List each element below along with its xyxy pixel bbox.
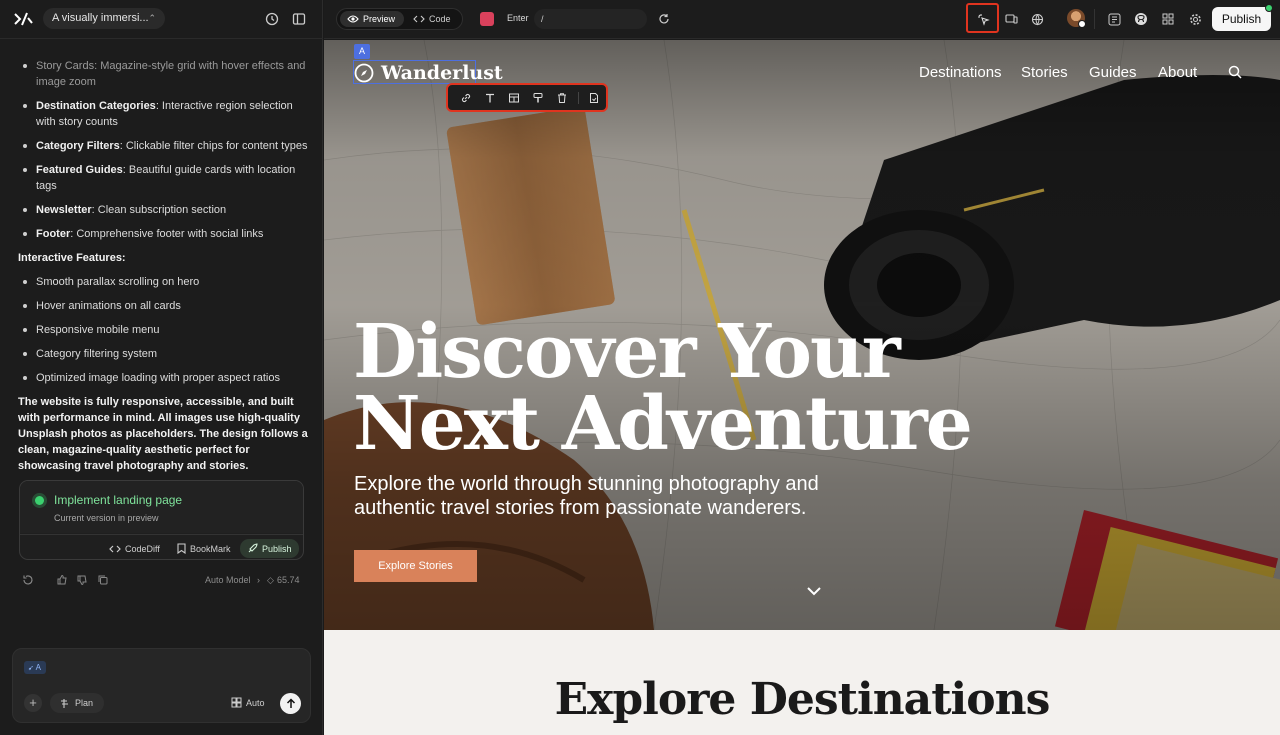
- add-attachment-button[interactable]: +: [24, 694, 42, 712]
- section-title: Explore Destinations: [554, 674, 1051, 725]
- thumbs-up-icon[interactable]: [56, 574, 68, 586]
- gem-icon: ◇: [267, 575, 274, 585]
- summary-paragraph: The website is fully responsive, accessi…: [18, 396, 308, 472]
- chat-header: A visually immersi... ⌃: [0, 0, 323, 39]
- search-icon[interactable]: [1227, 64, 1243, 80]
- route-badge-icon: [480, 12, 494, 26]
- chat-panel: A visually immersi... ⌃ Story Cards: Mag…: [0, 0, 323, 735]
- publish-status-dot: [1265, 4, 1273, 12]
- user-avatar[interactable]: [1067, 9, 1086, 28]
- hero-headline: Discover Your Next Adventure: [353, 309, 973, 467]
- device-toggle-icon[interactable]: [1001, 9, 1021, 29]
- copy-icon[interactable]: [97, 574, 109, 586]
- list-item: Category filtering system: [18, 346, 308, 362]
- tab-code[interactable]: Code: [406, 11, 460, 27]
- interactive-features-list: Smooth parallax scrolling on hero Hover …: [18, 274, 308, 386]
- site-preview: A Wanderlust Destinations Stories Guides…: [324, 40, 1280, 735]
- credits-value: 65.74: [277, 575, 300, 585]
- plan-button[interactable]: Plan: [50, 693, 104, 713]
- thumbs-down-icon[interactable]: [76, 574, 88, 586]
- app-logo-icon[interactable]: [13, 9, 33, 29]
- nav-destinations[interactable]: Destinations: [919, 64, 1002, 81]
- version-card[interactable]: Implement landing page Current version i…: [19, 480, 304, 560]
- toolbar-divider: [578, 92, 579, 104]
- tab-preview[interactable]: Preview: [340, 11, 404, 27]
- sidebar-toggle-icon[interactable]: [289, 9, 309, 29]
- refresh-icon[interactable]: [654, 9, 674, 29]
- element-select-icon[interactable]: [973, 9, 993, 29]
- globe-icon[interactable]: [1027, 9, 1047, 29]
- nav-stories[interactable]: Stories: [1021, 64, 1068, 81]
- element-tag-badge: A: [354, 44, 370, 59]
- link-icon[interactable]: [458, 90, 474, 106]
- hero-subheadline: Explore the world through stunning photo…: [354, 473, 819, 519]
- view-mode-toggle: Preview Code: [336, 8, 463, 30]
- list-item: Featured Guides: Beautiful guide cards w…: [18, 162, 308, 194]
- send-button[interactable]: [280, 693, 301, 714]
- version-subtitle: Current version in preview: [54, 513, 159, 523]
- cursor-icon: ➹: [28, 665, 34, 672]
- separator-chevron: ›: [257, 575, 260, 585]
- auto-mode-selector[interactable]: Auto: [231, 694, 265, 712]
- list-item: Responsive mobile menu: [18, 322, 308, 338]
- publish-button[interactable]: Publish: [1212, 7, 1271, 31]
- compass-icon: [354, 63, 374, 83]
- status-dot: [35, 496, 44, 505]
- text-icon[interactable]: [482, 90, 498, 106]
- bookmark-icon: [177, 543, 186, 554]
- apps-grid-icon[interactable]: [1158, 9, 1178, 29]
- eye-icon: [347, 15, 359, 23]
- brand-name: Wanderlust: [381, 62, 503, 84]
- explore-stories-button[interactable]: Explore Stories: [354, 550, 477, 582]
- route-path-input[interactable]: /: [534, 9, 647, 29]
- codediff-button[interactable]: CodeDiff: [102, 539, 167, 558]
- version-title: Implement landing page: [54, 493, 183, 507]
- github-icon[interactable]: [1131, 9, 1151, 29]
- model-label: Auto Model: [205, 575, 251, 585]
- chevron-down-icon[interactable]: [805, 584, 823, 598]
- selected-element-chip[interactable]: ➹ A: [24, 661, 46, 674]
- list-item: Newsletter: Clean subscription section: [18, 202, 308, 218]
- trash-icon[interactable]: [554, 90, 570, 106]
- arrow-up-icon: [286, 698, 295, 708]
- save-file-icon[interactable]: [586, 90, 602, 106]
- version-publish-button[interactable]: Publish: [240, 539, 299, 558]
- list-item: Destination Categories: Interactive regi…: [18, 98, 308, 130]
- chat-composer[interactable]: ➹ A + Plan Auto: [12, 648, 311, 723]
- message-feedback-bar: Auto Model › ◇ 65.74: [18, 574, 303, 588]
- list-item: Footer: Comprehensive footer with social…: [18, 226, 308, 242]
- settings-gear-icon[interactable]: [1185, 9, 1205, 29]
- list-item: Optimized image loading with proper aspe…: [18, 370, 308, 386]
- grid-icon: [231, 697, 242, 708]
- project-title: A visually immersi...: [52, 12, 149, 24]
- list-item: Smooth parallax scrolling on hero: [18, 274, 308, 290]
- nav-guides[interactable]: Guides: [1089, 64, 1137, 81]
- list-item: Hover animations on all cards: [18, 298, 308, 314]
- preview-toolbar: Preview Code Enter / Publish: [324, 0, 1280, 39]
- history-icon[interactable]: [262, 9, 282, 29]
- project-selector[interactable]: A visually immersi... ⌃: [43, 8, 165, 29]
- section-heading: Interactive Features:: [18, 252, 126, 264]
- layout-icon[interactable]: [506, 90, 522, 106]
- element-edit-toolbar: [446, 83, 608, 112]
- chat-message: Story Cards: Magazine-style grid with ho…: [18, 58, 308, 474]
- paint-icon[interactable]: [530, 90, 546, 106]
- chevron-updown-icon: ⌃: [148, 13, 156, 23]
- code-icon: [109, 545, 121, 552]
- retry-icon[interactable]: [22, 574, 34, 586]
- list-item: Story Cards: Magazine-style grid with ho…: [18, 58, 308, 90]
- supabase-icon[interactable]: [1104, 9, 1124, 29]
- bookmark-button[interactable]: BookMark: [170, 539, 238, 558]
- plan-icon: [61, 699, 68, 708]
- route-label: Enter: [507, 13, 529, 23]
- feature-list: Story Cards: Magazine-style grid with ho…: [18, 58, 308, 242]
- list-item: Category Filters: Clickable filter chips…: [18, 138, 308, 154]
- code-icon: [413, 15, 425, 23]
- destinations-section: Explore Destinations: [324, 630, 1280, 735]
- nav-about[interactable]: About: [1158, 64, 1197, 81]
- hero-section: A Wanderlust Destinations Stories Guides…: [324, 40, 1280, 630]
- divider: [1094, 9, 1095, 29]
- rocket-icon: [248, 543, 258, 553]
- site-brand[interactable]: Wanderlust: [354, 61, 503, 85]
